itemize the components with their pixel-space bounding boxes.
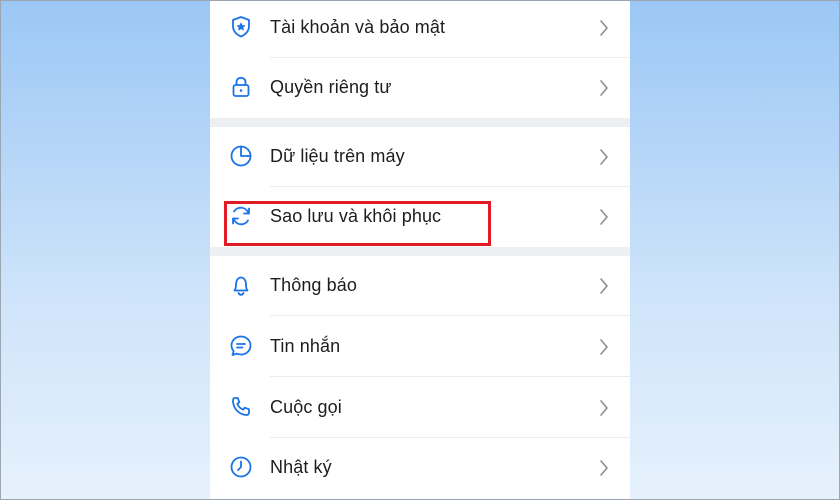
chevron-right-icon bbox=[598, 79, 610, 97]
bell-icon bbox=[228, 272, 254, 298]
settings-item-account-security[interactable]: Tài khoản và bảo mật bbox=[210, 0, 630, 58]
row-divider bbox=[270, 376, 630, 377]
settings-item-label: Nhật ký bbox=[270, 457, 332, 477]
chevron-right-icon bbox=[598, 277, 610, 295]
settings-item-label: Tài khoản và bảo mật bbox=[270, 17, 446, 37]
settings-item-label: Thông báo bbox=[270, 275, 357, 295]
settings-item-backup-restore[interactable]: Sao lưu và khôi phục bbox=[210, 187, 630, 247]
chevron-right-icon bbox=[598, 148, 610, 166]
pie-chart-icon bbox=[228, 143, 254, 169]
settings-item-messages[interactable]: Tin nhắn bbox=[210, 317, 630, 377]
chevron-right-icon bbox=[598, 399, 610, 417]
chat-bubble-icon bbox=[228, 333, 254, 359]
section-separator bbox=[210, 118, 630, 127]
phone-icon bbox=[228, 394, 254, 420]
settings-item-privacy[interactable]: Quyền riêng tư bbox=[210, 58, 630, 118]
settings-item-label: Cuộc gọi bbox=[270, 397, 342, 417]
chevron-right-icon bbox=[598, 19, 610, 37]
chevron-right-icon bbox=[598, 459, 610, 477]
row-divider bbox=[270, 315, 630, 316]
sync-icon bbox=[228, 203, 254, 229]
chevron-right-icon bbox=[598, 208, 610, 226]
settings-item-label: Dữ liệu trên máy bbox=[270, 146, 405, 166]
clock-icon bbox=[228, 454, 254, 480]
settings-item-label: Quyền riêng tư bbox=[270, 77, 392, 97]
shield-star-icon bbox=[228, 14, 254, 40]
settings-item-calls[interactable]: Cuộc gọi bbox=[210, 378, 630, 438]
settings-item-device-data[interactable]: Dữ liệu trên máy bbox=[210, 127, 630, 187]
section-separator bbox=[210, 247, 630, 256]
settings-item-notifications[interactable]: Thông báo bbox=[210, 256, 630, 316]
chevron-right-icon bbox=[598, 338, 610, 356]
lock-icon bbox=[228, 74, 254, 100]
settings-panel: Tài khoản và bảo mật Quyền riêng tư Dữ l… bbox=[210, 0, 630, 500]
settings-item-label: Sao lưu và khôi phục bbox=[270, 206, 442, 226]
settings-item-label: Tin nhắn bbox=[270, 336, 341, 356]
settings-item-diary[interactable]: Nhật ký bbox=[210, 438, 630, 498]
